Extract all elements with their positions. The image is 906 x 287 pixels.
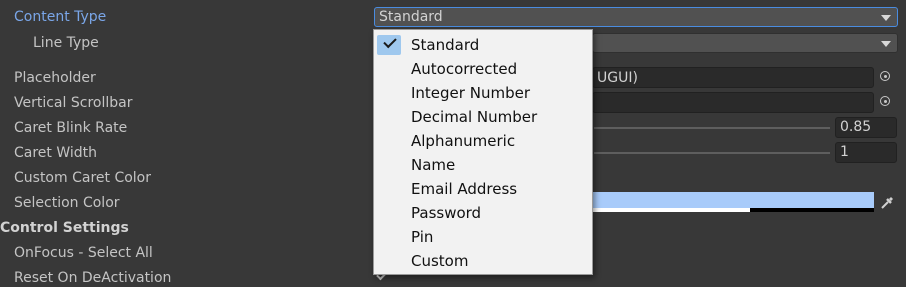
- menu-item-custom[interactable]: Custom: [375, 249, 591, 273]
- line-type-dropdown[interactable]: [592, 33, 898, 53]
- placeholder-object-field[interactable]: UGUI): [592, 67, 874, 88]
- object-picker-icon[interactable]: [877, 93, 895, 111]
- menu-item-email-address[interactable]: Email Address: [375, 177, 591, 201]
- placeholder-value: UGUI): [597, 70, 638, 86]
- control-settings-header[interactable]: Control Settings: [0, 219, 129, 237]
- menu-item-label: Email Address: [411, 180, 518, 198]
- menu-item-decimal-number[interactable]: Decimal Number: [375, 105, 591, 129]
- object-picker-icon[interactable]: [877, 68, 895, 86]
- menu-item-name[interactable]: Name: [375, 153, 591, 177]
- caret-blink-rate-slider[interactable]: [594, 127, 830, 129]
- content-type-menu: Standard Autocorrected Integer Number De…: [373, 29, 593, 275]
- menu-item-label: Password: [411, 204, 482, 222]
- menu-item-alphanumeric[interactable]: Alphanumeric: [375, 129, 591, 153]
- content-type-dropdown[interactable]: Standard: [374, 7, 898, 27]
- menu-item-label: Autocorrected: [411, 60, 518, 78]
- menu-item-pin[interactable]: Pin: [375, 225, 591, 249]
- line-type-label: Line Type: [33, 35, 99, 51]
- placeholder-label: Placeholder: [14, 70, 96, 86]
- menu-item-label: Pin: [411, 228, 434, 246]
- vertical-scrollbar-object-field[interactable]: [592, 92, 874, 113]
- menu-item-label: Integer Number: [411, 84, 530, 102]
- caret-blink-rate-field[interactable]: 0.85: [835, 117, 897, 138]
- alpha-bar-filled: [592, 208, 750, 212]
- menu-item-label: Alphanumeric: [411, 132, 516, 150]
- chevron-down-icon: [881, 15, 891, 21]
- content-type-label: Content Type: [14, 9, 107, 25]
- menu-item-integer-number[interactable]: Integer Number: [375, 81, 591, 105]
- color-fill: [592, 192, 874, 208]
- menu-item-autocorrected[interactable]: Autocorrected: [375, 57, 591, 81]
- menu-item-label: Standard: [411, 36, 480, 54]
- content-type-value: Standard: [379, 9, 443, 25]
- menu-item-label: Decimal Number: [411, 108, 538, 126]
- reset-on-deactivation-label: Reset On DeActivation: [14, 270, 172, 286]
- custom-caret-color-label: Custom Caret Color: [14, 170, 151, 186]
- menu-item-label: Custom: [411, 252, 469, 270]
- menu-item-standard[interactable]: Standard: [375, 33, 591, 57]
- caret-width-label: Caret Width: [14, 145, 98, 161]
- chevron-down-icon: [881, 41, 891, 47]
- eyedropper-icon[interactable]: [877, 193, 897, 213]
- caret-blink-rate-label: Caret Blink Rate: [14, 120, 128, 136]
- menu-item-label: Name: [411, 156, 456, 174]
- selection-color-swatch[interactable]: [592, 192, 874, 212]
- caret-width-field[interactable]: 1: [835, 142, 897, 163]
- vertical-scrollbar-label: Vertical Scrollbar: [14, 95, 133, 111]
- selection-color-label: Selection Color: [14, 195, 120, 211]
- onfocus-select-all-label: OnFocus - Select All: [14, 245, 153, 261]
- alpha-bar-empty: [750, 208, 874, 212]
- menu-item-password[interactable]: Password: [375, 201, 591, 225]
- caret-width-slider[interactable]: [594, 152, 830, 154]
